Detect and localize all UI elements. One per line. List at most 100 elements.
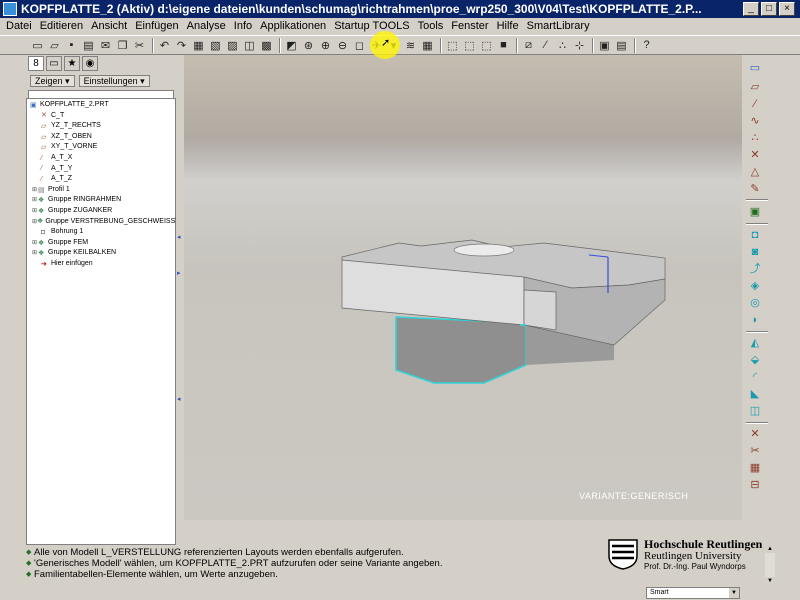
- tree-item[interactable]: ⊞ ❖ Gruppe VERSTREBUNG_GESCHWEISST: [27, 217, 180, 228]
- tree-item[interactable]: ▱ YZ_T_RECHTS: [27, 121, 175, 132]
- menu-editieren[interactable]: Editieren: [36, 20, 87, 32]
- tree-item[interactable]: ⁄ A_T_Z: [27, 174, 175, 185]
- menu-startup-tools[interactable]: Startup TOOLS: [330, 20, 413, 32]
- datum-axes-icon[interactable]: ⁄: [538, 38, 553, 53]
- search-icon[interactable]: ◫: [242, 38, 257, 53]
- tree-item[interactable]: ✕ C_T: [27, 111, 175, 122]
- draft-tool-icon[interactable]: ⬙: [747, 353, 763, 368]
- mail-icon[interactable]: ✉: [98, 38, 113, 53]
- datum-points-icon[interactable]: ∴: [555, 38, 570, 53]
- tree-item[interactable]: ➜ Hier einfügen: [27, 259, 175, 270]
- cut-icon[interactable]: ✂: [132, 38, 147, 53]
- view-manager-icon[interactable]: ▦: [420, 38, 435, 53]
- tree-item[interactable]: ⊞ ❖ Gruppe ZUGANKER: [27, 206, 175, 217]
- new-file-icon[interactable]: ▭: [30, 38, 45, 53]
- scroll-up-icon[interactable]: ▲: [765, 545, 775, 553]
- redo-icon[interactable]: ↷: [174, 38, 189, 53]
- offset-tool-icon[interactable]: ⊟: [747, 478, 763, 493]
- datum-plane-create-icon[interactable]: ▱: [747, 80, 763, 95]
- extrude-tool-icon[interactable]: ◘: [747, 228, 763, 243]
- blend-tool-icon[interactable]: ◈: [747, 279, 763, 294]
- refit-icon[interactable]: ◻: [352, 38, 367, 53]
- layers-icon[interactable]: ≋: [403, 38, 418, 53]
- menu-tools[interactable]: Tools: [414, 20, 448, 32]
- menu-ansicht[interactable]: Ansicht: [87, 20, 131, 32]
- tree-item[interactable]: ⁄ A_T_X: [27, 153, 175, 164]
- paste-special-icon[interactable]: ▧: [208, 38, 223, 53]
- sweep-tool-icon[interactable]: ⤴: [747, 262, 763, 277]
- print-icon[interactable]: ▤: [81, 38, 96, 53]
- menu-info[interactable]: Info: [230, 20, 256, 32]
- tree-item[interactable]: ▱ XY_T_VORNE: [27, 142, 175, 153]
- scroll-track[interactable]: [765, 553, 775, 577]
- zoom-in-icon[interactable]: ⊕: [318, 38, 333, 53]
- shell-tool-icon[interactable]: ◗: [747, 313, 763, 328]
- show-menu-button[interactable]: Zeigen ▾: [30, 74, 75, 87]
- settings-menu-button[interactable]: Einstellungen ▾: [78, 74, 150, 87]
- folder-browser-tab-icon[interactable]: ▭: [46, 56, 62, 71]
- analysis-tool-icon[interactable]: △: [747, 165, 763, 180]
- tree-item[interactable]: ⊞ ❖ Gruppe KEILBALKEN: [27, 248, 175, 259]
- sketch-tool-icon[interactable]: ✎: [747, 182, 763, 197]
- datum-planes-icon[interactable]: ⧄: [521, 38, 536, 53]
- coordinate-systems-icon[interactable]: ⊹: [572, 38, 587, 53]
- collapse-arrow-icon[interactable]: ◂: [177, 395, 183, 403]
- merge-tool-icon[interactable]: ✕: [747, 427, 763, 442]
- panel-sash[interactable]: ◂ ▸ ◂: [176, 55, 184, 545]
- tree-item[interactable]: ▣ KOPFPLATTE_2.PRT: [27, 100, 175, 111]
- pattern-tool-icon[interactable]: ▦: [747, 461, 763, 476]
- no-hidden-icon[interactable]: ⬚: [479, 38, 494, 53]
- hole-tool-icon[interactable]: ◎: [747, 296, 763, 311]
- message-scrollbar[interactable]: ▲ ▼: [765, 545, 775, 585]
- menu-datei[interactable]: Datei: [2, 20, 36, 32]
- csys-tool-icon[interactable]: ✕: [747, 148, 763, 163]
- menu-applikationen[interactable]: Applikationen: [256, 20, 330, 32]
- menu-fenster[interactable]: Fenster: [447, 20, 492, 32]
- rib-tool-icon[interactable]: ◭: [747, 336, 763, 351]
- menu-hilfe[interactable]: Hilfe: [493, 20, 523, 32]
- tree-item[interactable]: ⁄ A_T_Y: [27, 164, 175, 175]
- collapse-arrow-icon[interactable]: ◂: [177, 233, 183, 241]
- connections-tab-icon[interactable]: ◉: [82, 56, 98, 71]
- annotation-icon[interactable]: ▣: [597, 38, 612, 53]
- expand-arrow-icon[interactable]: ▸: [177, 269, 183, 277]
- tree-item[interactable]: ⊞ ▤ Profil 1: [27, 185, 175, 196]
- datum-curve-tool-icon[interactable]: ∿: [747, 114, 763, 129]
- shading-icon[interactable]: ■: [496, 38, 511, 53]
- minimize-button[interactable]: _: [743, 2, 759, 16]
- open-folder-icon[interactable]: ▱: [47, 38, 62, 53]
- hidden-line-icon[interactable]: ⬚: [462, 38, 477, 53]
- insert-mode-icon[interactable]: ▣: [747, 205, 763, 220]
- tree-item[interactable]: ⊞ ❖ Gruppe RINGRAHMEN: [27, 195, 175, 206]
- model-tree-tab-icon[interactable]: 8: [28, 56, 44, 71]
- scroll-down-icon[interactable]: ▼: [765, 577, 775, 585]
- binoculars-icon[interactable]: ▩: [259, 38, 274, 53]
- wireframe-icon[interactable]: ⬚: [445, 38, 460, 53]
- spin-center-icon[interactable]: ⊛: [301, 38, 316, 53]
- close-button[interactable]: ×: [779, 2, 795, 16]
- menu-smartlibrary[interactable]: SmartLibrary: [523, 20, 594, 32]
- round-tool-icon[interactable]: ◜: [747, 370, 763, 385]
- tree-item[interactable]: ◘ Bohrung 1: [27, 227, 175, 238]
- chevron-down-icon[interactable]: ▼: [729, 588, 739, 598]
- tree-item[interactable]: ▱ XZ_T_OBEN: [27, 132, 175, 143]
- datum-plane-tool-icon[interactable]: ▭: [747, 61, 763, 76]
- datum-point-tool-icon[interactable]: ∴: [747, 131, 763, 146]
- selection-filter[interactable]: Smart ▼: [646, 587, 740, 599]
- context-help-icon[interactable]: ?: [639, 38, 654, 53]
- repaint-icon[interactable]: ◩: [284, 38, 299, 53]
- menu-analyse[interactable]: Analyse: [183, 20, 230, 32]
- menu-einfuegen[interactable]: Einfügen: [131, 20, 182, 32]
- regenerate-icon[interactable]: ▨: [225, 38, 240, 53]
- favorites-tab-icon[interactable]: ★: [64, 56, 80, 71]
- save-icon[interactable]: ▪: [64, 38, 79, 53]
- chamfer-tool-icon[interactable]: ◣: [747, 387, 763, 402]
- maximize-button[interactable]: □: [761, 2, 777, 16]
- paste-icon[interactable]: ▦: [191, 38, 206, 53]
- mirror-tool-icon[interactable]: ◫: [747, 404, 763, 419]
- trim-tool-icon[interactable]: ✂: [747, 444, 763, 459]
- copy-icon[interactable]: ❐: [115, 38, 130, 53]
- datum-axis-tool-icon[interactable]: ⁄: [747, 97, 763, 112]
- model-tree-icon[interactable]: ▤: [614, 38, 629, 53]
- revolve-tool-icon[interactable]: ◙: [747, 245, 763, 260]
